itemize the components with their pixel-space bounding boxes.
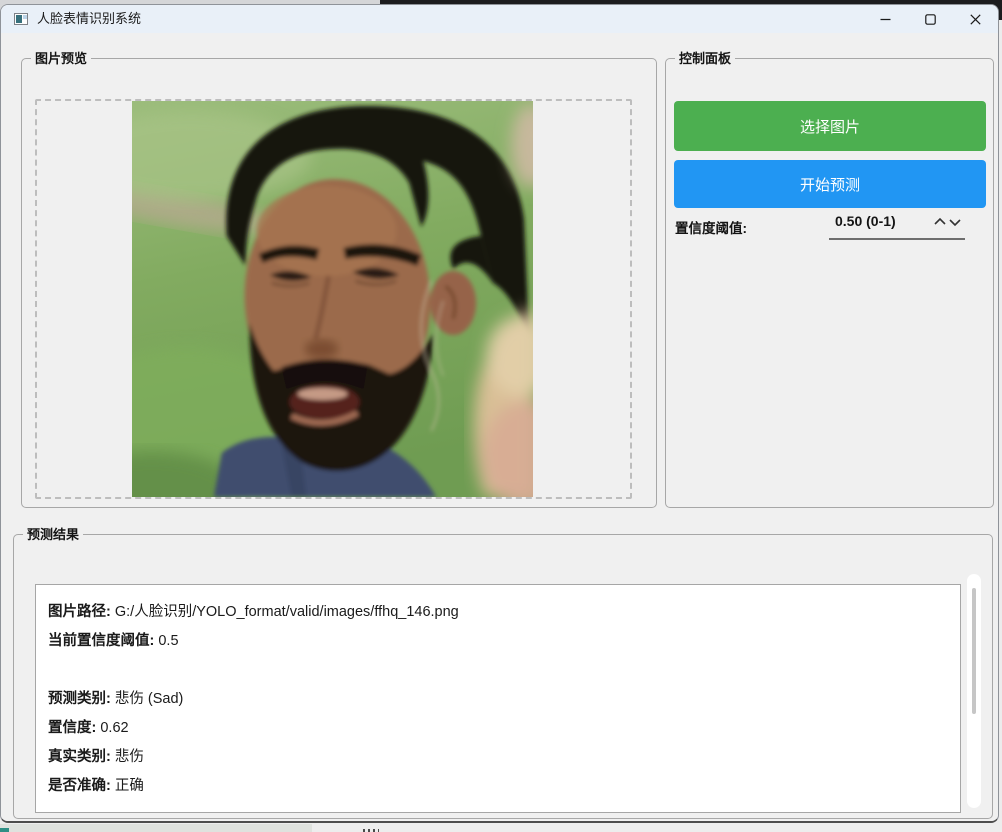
panel-image-preview: 图片预览 bbox=[21, 58, 657, 508]
result-row-image-path: 图片路径: G:/人脸识别/YOLO_format/valid/images/f… bbox=[48, 598, 946, 627]
app-window: 人脸表情识别系统 图片预览 bbox=[0, 4, 999, 823]
results-vertical-scrollbar[interactable] bbox=[967, 574, 981, 808]
panel-control: 控制面板 选择图片 开始预测 置信度阈值: 0.50 (0-1) bbox=[665, 58, 994, 508]
spinbox-arrows[interactable] bbox=[933, 216, 963, 228]
background-window-bottom bbox=[0, 824, 312, 832]
result-row-accuracy: 是否准确: 正确 bbox=[48, 772, 946, 801]
window-title: 人脸表情识别系统 bbox=[37, 5, 141, 33]
threshold-value[interactable]: 0.50 (0-1) bbox=[835, 213, 896, 229]
result-row-predicted-class: 预测类别: 悲伤 (Sad) bbox=[48, 685, 946, 714]
select-image-button[interactable]: 选择图片 bbox=[674, 101, 986, 151]
maximize-button[interactable] bbox=[908, 5, 953, 33]
panel-results: 预测结果 图片路径: G:/人脸识别/YOLO_format/valid/ima… bbox=[13, 534, 993, 819]
man-portrait-illustration bbox=[132, 101, 533, 497]
panel-results-title: 预测结果 bbox=[23, 526, 83, 543]
result-row-true-class: 真实类别: 悲伤 bbox=[48, 743, 946, 772]
maximize-icon bbox=[925, 14, 936, 25]
close-icon bbox=[970, 14, 981, 25]
result-row-threshold: 当前置信度阈值: 0.5 bbox=[48, 627, 946, 656]
minimize-button[interactable] bbox=[863, 5, 908, 33]
image-drop-area bbox=[35, 99, 632, 499]
taskbar-sliver-icon bbox=[0, 828, 9, 832]
window-content: 图片预览 bbox=[1, 33, 998, 821]
result-row-blank bbox=[48, 656, 946, 685]
start-predict-button[interactable]: 开始预测 bbox=[674, 160, 986, 208]
close-button[interactable] bbox=[953, 5, 998, 33]
chevron-up-icon[interactable] bbox=[935, 219, 945, 224]
app-icon bbox=[14, 13, 28, 25]
titlebar[interactable]: 人脸表情识别系统 bbox=[1, 5, 998, 33]
panel-control-title: 控制面板 bbox=[675, 50, 735, 67]
panel-image-preview-title: 图片预览 bbox=[31, 50, 91, 67]
preview-photo bbox=[132, 101, 533, 497]
threshold-label: 置信度阈值: bbox=[675, 217, 747, 237]
chevron-down-icon[interactable] bbox=[950, 220, 960, 225]
results-text-area[interactable]: 图片路径: G:/人脸识别/YOLO_format/valid/images/f… bbox=[35, 584, 961, 813]
scrollbar-thumb[interactable] bbox=[972, 588, 976, 714]
result-row-confidence: 置信度: 0.62 bbox=[48, 714, 946, 743]
minimize-icon bbox=[880, 14, 891, 25]
threshold-spinbox[interactable]: 0.50 (0-1) bbox=[829, 207, 965, 240]
